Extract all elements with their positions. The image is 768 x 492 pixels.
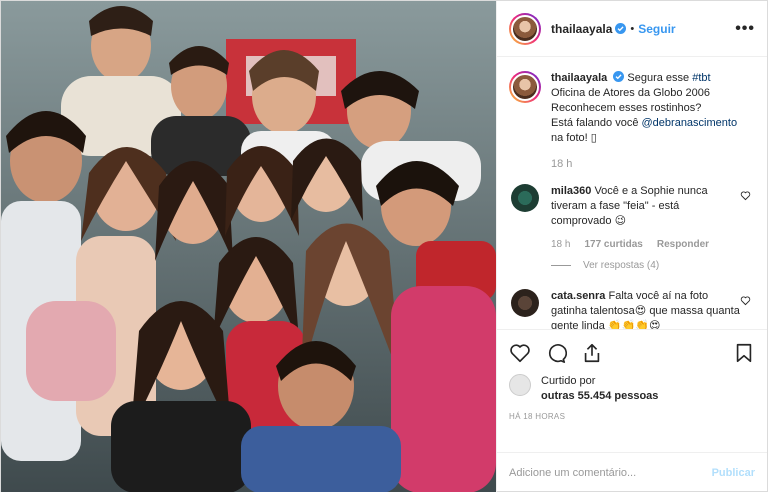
comment-like-icon[interactable] [740, 190, 751, 201]
commenter-avatar[interactable] [511, 184, 539, 212]
post-actions: Curtido por outras 55.454 pessoas HÁ 18 … [497, 329, 767, 452]
mention-link[interactable]: @debranascimento [642, 117, 738, 129]
post-sidebar: thailaayala • Seguir ••• thailaayala Seg… [496, 1, 767, 492]
bookmark-icon[interactable] [733, 342, 755, 364]
group-photo-illustration [1, 1, 496, 492]
publish-button[interactable]: Publicar [712, 467, 755, 479]
verified-icon [613, 71, 625, 82]
comment-likes[interactable]: 177 curtidas [584, 239, 642, 250]
commenter-username[interactable]: cata.senra [551, 290, 605, 302]
caption-username[interactable]: thailaayala [551, 72, 607, 84]
view-replies-label: Ver respostas (4) [583, 260, 660, 271]
add-comment-bar: Publicar [497, 452, 767, 492]
caption-avatar[interactable] [509, 71, 541, 103]
likes-summary: Curtido por outras 55.454 pessoas [509, 374, 755, 404]
commenter-avatar[interactable] [511, 289, 539, 317]
hashtag-link[interactable]: #tbt [692, 72, 710, 84]
liker-avatar[interactable] [509, 374, 531, 396]
likes-count-link[interactable]: outras 55.454 pessoas [541, 390, 658, 402]
comment-time: 18 h [551, 239, 571, 250]
likes-prefix: Curtido por [541, 375, 596, 387]
view-replies-button[interactable]: Ver respostas (4) [551, 260, 755, 271]
caption-line-1: Segura esse [627, 72, 690, 84]
instagram-post: thailaayala • Seguir ••• thailaayala Seg… [0, 0, 768, 492]
action-icons [509, 338, 755, 368]
caption-line-2: Oficina de Atores da Globo 2006 [551, 87, 710, 99]
comment-icon[interactable] [545, 342, 567, 364]
caption-line-5: na foto! ▯ [551, 132, 597, 144]
comment-item: cata.senra Falta você aí na foto gatinha… [509, 289, 755, 329]
caption-line-3: Reconhecem esses rostinhos? [551, 102, 702, 114]
comment-input[interactable] [509, 467, 712, 479]
comment-item: mila360 Você e a Sophie nunca tiveram a … [509, 184, 755, 229]
comments-section: thailaayala Segura esse #tbt Oficina de … [497, 57, 767, 329]
caption-time: 18 h [551, 158, 573, 170]
more-options-icon[interactable]: ••• [735, 20, 755, 38]
caption-line-4: Está falando você [551, 117, 639, 129]
heart-icon[interactable] [509, 342, 531, 364]
post-photo[interactable] [1, 1, 496, 492]
share-icon[interactable] [581, 342, 603, 364]
author-avatar[interactable] [509, 12, 541, 45]
reply-button[interactable]: Responder [657, 239, 709, 250]
separator-dot: • [630, 22, 635, 35]
comment-meta: 18 h 177 curtidas Responder [551, 239, 755, 250]
post-header: thailaayala • Seguir ••• [497, 1, 767, 57]
comment-like-icon[interactable] [740, 295, 751, 306]
commenter-username[interactable]: mila360 [551, 185, 591, 197]
post-timestamp: HÁ 18 HORAS [509, 412, 566, 421]
post-caption: thailaayala Segura esse #tbt Oficina de … [509, 71, 755, 146]
follow-button[interactable]: Seguir [638, 22, 675, 36]
verified-icon [615, 23, 627, 34]
author-username[interactable]: thailaayala [551, 22, 612, 36]
